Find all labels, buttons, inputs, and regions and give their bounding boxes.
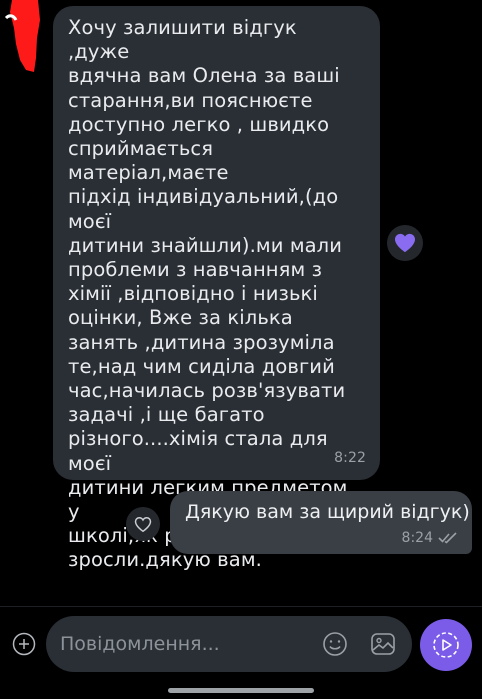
incoming-message-time: 8:22 [334, 449, 366, 466]
plus-circle-glyph [12, 632, 36, 656]
gallery-icon[interactable] [370, 631, 396, 657]
outgoing-message[interactable]: Дякую вам за щирий відгук) 8:24 [170, 491, 472, 554]
heart-outline-icon[interactable] [126, 507, 160, 541]
double-check-icon [438, 532, 457, 544]
like-heart-glyph [134, 516, 152, 532]
outgoing-message-text: Дякую вам за щирий відгук) [185, 501, 470, 523]
message-composer: Повідомлення... [46, 616, 412, 672]
chat-screen: Хочу залишити відгук ,дуже вдячна вам Ол… [0, 0, 482, 699]
purple-heart-icon[interactable] [387, 225, 423, 261]
send-icon [433, 632, 459, 658]
redacted-avatar [4, 0, 40, 72]
smiley-icon[interactable] [322, 631, 348, 657]
outgoing-message-time: 8:24 [401, 530, 433, 546]
incoming-message[interactable]: Хочу залишити відгук ,дуже вдячна вам Ол… [53, 6, 380, 571]
home-indicator[interactable] [168, 688, 314, 693]
outgoing-message-meta: 8:24 [402, 530, 458, 546]
plus-circle-icon[interactable] [11, 631, 37, 657]
heart-reaction-glyph [395, 233, 415, 253]
incoming-message-text: Хочу залишити відгук ,дуже вдячна вам Ол… [68, 16, 348, 572]
message-input[interactable]: Повідомлення... [60, 616, 220, 672]
composer-divider [0, 606, 482, 607]
send-button[interactable] [420, 619, 472, 671]
